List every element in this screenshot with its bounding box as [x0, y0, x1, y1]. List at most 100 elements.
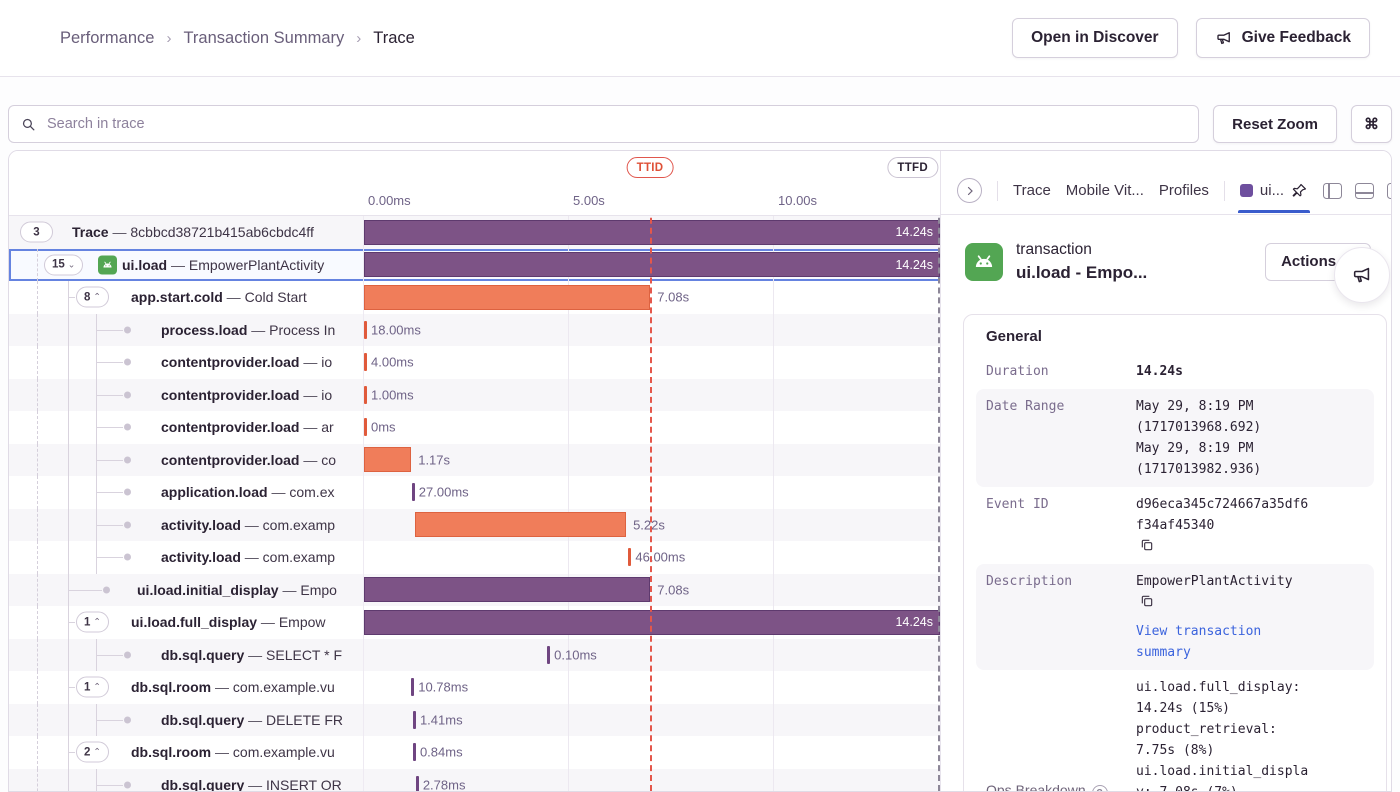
reset-zoom-button[interactable]: Reset Zoom	[1213, 105, 1337, 143]
span-label: db.sql.room — com.example.vu	[131, 679, 335, 695]
span-duration-tick[interactable]	[547, 646, 550, 664]
span-duration-tick[interactable]	[413, 743, 416, 761]
span-duration-bar[interactable]	[364, 577, 650, 602]
open-in-discover-button[interactable]: Open in Discover	[1012, 18, 1177, 58]
tab-ui-load-pinned[interactable]: ui...	[1240, 182, 1308, 199]
span-duration-label: 10.78ms	[418, 680, 468, 695]
search-input[interactable]	[45, 115, 1187, 133]
ttfd-marker-badge[interactable]: TTFD	[887, 157, 938, 178]
trace-row[interactable]: 3 Trace — 8cbbcd38721b415ab6cbdc4ff 14.24s	[9, 216, 940, 249]
span-duration-label: 2.78ms	[423, 777, 466, 792]
tree-connector-line	[37, 541, 38, 574]
span-duration-label: 1.00ms	[371, 387, 414, 402]
trace-row[interactable]: 15⌄ ui.load — EmpowerPlantActivity14.24s	[9, 249, 940, 282]
trace-detail-panel: Trace Mobile Vit... Profiles ui...	[940, 151, 1391, 791]
expand-panel-button[interactable]	[957, 178, 982, 203]
trace-row[interactable]: application.load — com.ex27.00ms	[9, 476, 940, 509]
span-tree-cell: process.load — Process In	[9, 314, 364, 347]
tree-connector-stub	[96, 362, 123, 363]
tree-connector-stub	[96, 460, 123, 461]
tree-connector-line	[68, 769, 69, 792]
trace-row[interactable]: 8⌃ app.start.cold — Cold Start 7.08s	[9, 281, 940, 314]
trace-row[interactable]: activity.load — com.examp5.22s	[9, 509, 940, 542]
trace-row[interactable]: contentprovider.load — io4.00ms	[9, 346, 940, 379]
span-duration-bar[interactable]: 14.24s	[364, 252, 940, 277]
child-count-badge[interactable]: 1⌃	[76, 612, 109, 633]
span-label: Trace — 8cbbcd38721b415ab6cbdc4ff	[72, 224, 314, 240]
dock-right-icon[interactable]	[1387, 183, 1392, 199]
span-duration-tick[interactable]	[364, 353, 367, 371]
breadcrumb-item: Trace	[373, 29, 415, 48]
span-duration-bar[interactable]	[415, 512, 626, 537]
span-duration-tick[interactable]	[628, 548, 631, 566]
child-count-badge[interactable]: 3	[20, 222, 53, 243]
trace-row[interactable]: db.sql.query — INSERT OR2.78ms	[9, 769, 940, 792]
trace-row[interactable]: process.load — Process In18.00ms	[9, 314, 940, 347]
dock-left-icon[interactable]	[1323, 183, 1342, 199]
child-count-badge[interactable]: 15⌄	[44, 254, 83, 275]
tree-connector-stub	[68, 297, 75, 298]
search-box[interactable]	[8, 105, 1199, 143]
trace-row[interactable]: db.sql.query — DELETE FR1.41ms	[9, 704, 940, 737]
trace-row[interactable]: 1⌃ db.sql.room — com.example.vu 10.78ms	[9, 671, 940, 704]
child-count-badge[interactable]: 1⌃	[76, 677, 109, 698]
breadcrumb-separator-icon: ›	[356, 30, 361, 47]
span-duration-tick[interactable]	[364, 418, 367, 436]
tab-profiles[interactable]: Profiles	[1159, 182, 1209, 199]
span-duration-tick[interactable]	[364, 321, 367, 339]
breadcrumb-item[interactable]: Transaction Summary	[183, 29, 344, 48]
copy-icon[interactable]	[1140, 538, 1154, 552]
view-transaction-summary-link[interactable]: View transaction summary	[1136, 621, 1314, 663]
tab-trace[interactable]: Trace	[1013, 182, 1051, 199]
detail-panel-tabs: Trace Mobile Vit... Profiles ui...	[941, 151, 1391, 215]
leaf-dot	[124, 781, 131, 788]
reset-zoom-label: Reset Zoom	[1232, 116, 1318, 133]
trace-row[interactable]: db.sql.query — SELECT * F0.10ms	[9, 639, 940, 672]
leaf-dot	[124, 521, 131, 528]
trace-row[interactable]: 1⌃ui.load.full_display — Empow14.24s	[9, 606, 940, 639]
span-duration-tick[interactable]	[411, 678, 414, 696]
span-duration-bar[interactable]	[364, 447, 411, 472]
span-duration-tick[interactable]	[364, 386, 367, 404]
detail-row-label: Event ID	[986, 494, 1136, 557]
ttid-marker-badge[interactable]: TTID	[627, 157, 674, 178]
span-duration-tick[interactable]	[412, 483, 415, 501]
span-duration-bar[interactable]: 14.24s	[364, 220, 940, 245]
trace-row[interactable]: contentprovider.load — io1.00ms	[9, 379, 940, 412]
trace-row[interactable]: contentprovider.load — ar0ms	[9, 411, 940, 444]
give-feedback-button[interactable]: Give Feedback	[1196, 18, 1370, 58]
tree-connector-line	[37, 476, 38, 509]
app-header: Performance›Transaction Summary›Trace Op…	[0, 0, 1400, 77]
trace-row[interactable]: activity.load — com.examp46.00ms	[9, 541, 940, 574]
tree-connector-stub	[68, 590, 102, 591]
child-count-badge[interactable]: 8⌃	[76, 287, 109, 308]
breadcrumb-item[interactable]: Performance	[60, 29, 154, 48]
span-label: app.start.cold — Cold Start	[131, 289, 307, 305]
trace-row[interactable]: 2⌃db.sql.room — com.example.vu0.84ms	[9, 736, 940, 769]
trace-row[interactable]: contentprovider.load — co1.17s	[9, 444, 940, 477]
span-bar-cell: 7.08s	[364, 281, 940, 314]
copy-icon[interactable]	[1140, 594, 1154, 608]
span-label: contentprovider.load — co	[161, 452, 336, 468]
tree-connector-stub	[96, 427, 123, 428]
help-icon[interactable]: ?	[1092, 785, 1108, 791]
detail-row-value: d96eca345c724667a35df6f34af45340	[1136, 494, 1314, 557]
time-axis-label: 5.00s	[573, 193, 605, 208]
leaf-dot	[124, 424, 131, 431]
tree-connector-stub	[96, 655, 123, 656]
tab-mobile-vitals[interactable]: Mobile Vit...	[1066, 182, 1144, 199]
feedback-fab-button[interactable]	[1334, 247, 1390, 303]
span-bar-cell: 14.24s	[364, 216, 940, 249]
span-bar-cell: 2.78ms	[364, 769, 940, 792]
span-duration-bar[interactable]: 14.24s	[364, 610, 940, 635]
span-duration-bar[interactable]	[364, 285, 650, 310]
shortcuts-button[interactable]: ⌘	[1351, 105, 1392, 143]
child-count-badge[interactable]: 2⌃	[76, 742, 109, 763]
trace-row[interactable]: ui.load.initial_display — Empo7.08s	[9, 574, 940, 607]
tree-connector-line	[68, 541, 69, 574]
span-duration-tick[interactable]	[413, 711, 416, 729]
span-duration-tick[interactable]	[416, 776, 419, 792]
span-duration-label: 4.00ms	[371, 355, 414, 370]
pin-icon[interactable]	[1291, 182, 1308, 199]
dock-bottom-icon[interactable]	[1355, 183, 1374, 199]
